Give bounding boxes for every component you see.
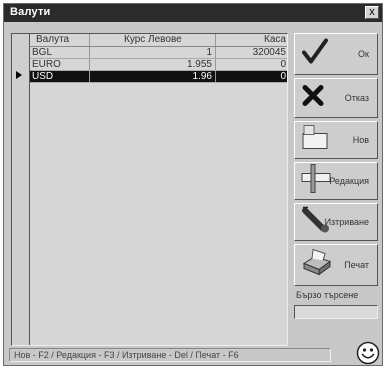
column-header-currency[interactable]: Валута — [30, 34, 90, 46]
table-row-selected[interactable]: USD 1.96 0 — [30, 71, 287, 83]
status-bar: Нов - F2 / Редакция - F3 / Изтриване - D… — [9, 348, 331, 362]
table-row[interactable]: BGL 1 320045 — [30, 47, 287, 59]
cell-rate: 1 — [90, 47, 216, 58]
print-icon — [301, 248, 333, 283]
new-label: Нов — [352, 135, 369, 145]
cancel-label: Отказ — [344, 93, 369, 103]
cell-currency: USD — [30, 71, 90, 82]
quick-search-label: Бързо търсене — [296, 290, 359, 300]
cell-currency: BGL — [30, 47, 90, 58]
currency-grid[interactable]: Валута Курс Левове Касa BGL 1 320045 EUR… — [11, 33, 288, 346]
cell-rate: 1.96 — [90, 71, 216, 82]
ok-button[interactable]: Ок — [294, 33, 378, 75]
new-doc-icon — [301, 124, 329, 157]
cell-rate: 1.955 — [90, 59, 216, 70]
new-button[interactable]: Нов — [294, 121, 378, 159]
ok-label: Ок — [358, 49, 369, 59]
cell-cash: 0 — [280, 59, 286, 70]
edit-button[interactable]: Редакция — [294, 162, 378, 200]
print-button[interactable]: Печат — [294, 244, 378, 286]
edit-label: Редакция — [329, 176, 369, 186]
cell-currency: EURO — [30, 59, 90, 70]
column-header-cash[interactable]: Касa — [216, 34, 289, 46]
delete-button[interactable]: Изтриване — [294, 203, 378, 241]
edit-icon — [301, 164, 331, 199]
table-header: Валута Курс Левове Касa — [30, 34, 287, 47]
delete-label: Изтриване — [324, 217, 369, 227]
currencies-window: Валути x Валута Курс Левове Касa BGL 1 3… — [3, 3, 383, 366]
quick-search-field[interactable] — [294, 305, 378, 319]
cancel-button[interactable]: Отказ — [294, 78, 378, 118]
table-row[interactable]: EURO 1.955 0 — [30, 59, 287, 71]
print-label: Печат — [344, 260, 369, 270]
titlebar: Валути x — [4, 4, 382, 22]
cell-cash: 320045 — [252, 47, 286, 58]
x-icon — [301, 84, 325, 113]
cell-cash: 0 — [280, 71, 286, 82]
check-icon — [301, 38, 329, 71]
column-header-rate[interactable]: Курс Левове — [90, 34, 216, 46]
close-button[interactable]: x — [365, 6, 379, 19]
current-row-marker-icon — [16, 71, 22, 79]
row-indicator-column — [12, 34, 30, 345]
window-title: Валути — [10, 6, 51, 18]
smiley-icon[interactable] — [356, 341, 380, 370]
currency-table: Валута Курс Левове Касa BGL 1 320045 EUR… — [30, 34, 287, 83]
